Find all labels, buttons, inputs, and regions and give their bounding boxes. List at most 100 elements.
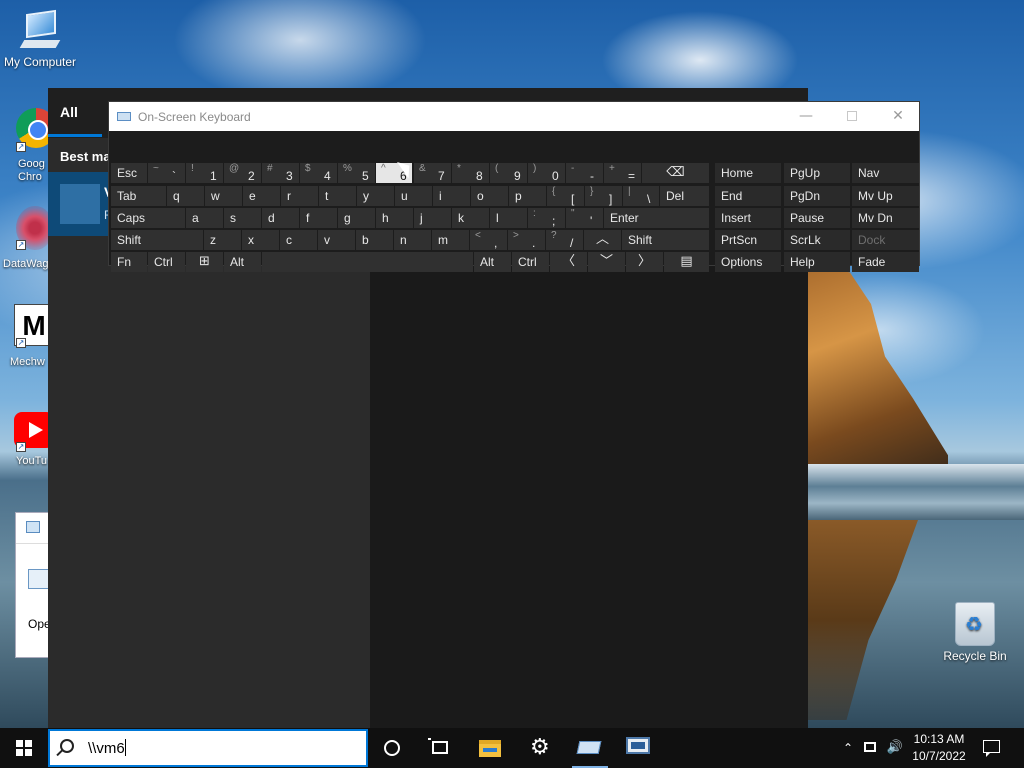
start-button[interactable] xyxy=(0,728,48,768)
key-quote[interactable]: " ' xyxy=(566,208,603,228)
key-win[interactable]: ⊞ xyxy=(186,252,223,272)
show-hidden-icons-button[interactable]: ⌃ xyxy=(838,728,858,768)
key-a[interactable]: a xyxy=(186,208,223,228)
key-up[interactable]: ︿ xyxy=(584,230,621,250)
recycle-bin-shortcut[interactable]: Recycle Bin xyxy=(935,602,1015,663)
key-t[interactable]: t xyxy=(319,186,356,206)
key-k1[interactable]: ! 1 xyxy=(186,163,223,183)
key-backspace[interactable]: ⌫ xyxy=(642,163,709,183)
key-fn[interactable]: Fn xyxy=(111,252,147,272)
key-s[interactable]: s xyxy=(224,208,261,228)
key-tilde[interactable]: ~ ` xyxy=(148,163,185,183)
clock[interactable]: 10:13 AM 10/7/2022 xyxy=(908,731,970,765)
key-c[interactable]: c xyxy=(280,230,317,250)
key-r[interactable]: r xyxy=(281,186,318,206)
key-del[interactable]: Del xyxy=(660,186,709,206)
key-rbracket[interactable]: }] xyxy=(585,186,622,206)
key-i[interactable]: i xyxy=(433,186,470,206)
key-rshift[interactable]: Shift xyxy=(622,230,709,250)
network-button[interactable] xyxy=(860,728,882,768)
key-semicolon[interactable]: :; xyxy=(528,208,565,228)
volume-button[interactable]: 🔊 xyxy=(884,728,906,768)
key-lshift[interactable]: Shift xyxy=(111,230,203,250)
key-d[interactable]: d xyxy=(262,208,299,228)
key-k3[interactable]: #3 xyxy=(262,163,299,183)
key-enter[interactable]: Enter xyxy=(604,208,709,228)
osk-taskbar-button[interactable] xyxy=(566,728,614,768)
key-k2[interactable]: @2 xyxy=(224,163,261,183)
key-k0[interactable]: ) 0 xyxy=(528,163,565,183)
key-esc[interactable]: Esc xyxy=(111,163,147,183)
key-home[interactable]: Home xyxy=(715,163,781,183)
key-k7[interactable]: & 7 xyxy=(414,163,451,183)
key-dock[interactable]: Dock xyxy=(852,230,919,250)
key-space[interactable] xyxy=(262,252,473,272)
settings-button[interactable]: ⚙ xyxy=(516,728,564,768)
key-k4[interactable]: $4 xyxy=(300,163,337,183)
background-window[interactable]: Ope xyxy=(15,512,51,658)
key-z[interactable]: z xyxy=(204,230,241,250)
key-rctrl[interactable]: Ctrl xyxy=(512,252,549,272)
maximize-button[interactable] xyxy=(829,102,875,131)
key-k[interactable]: k xyxy=(452,208,489,228)
key-minus[interactable]: -- xyxy=(566,163,603,183)
key-comma[interactable]: <, xyxy=(470,230,507,250)
remote-desktop-button[interactable] xyxy=(614,728,662,768)
osk-title-bar[interactable]: On-Screen Keyboard — ✕ xyxy=(109,102,919,131)
file-explorer-button[interactable] xyxy=(466,728,514,768)
key-left[interactable]: 〈 xyxy=(550,252,587,272)
key-menu[interactable]: ▤ xyxy=(664,252,709,272)
key-l[interactable]: l xyxy=(490,208,527,228)
key-h[interactable]: h xyxy=(376,208,413,228)
key-e[interactable]: e xyxy=(243,186,280,206)
key-right[interactable]: 〉 xyxy=(626,252,663,272)
key-k9[interactable]: (9 xyxy=(490,163,527,183)
key-lctrl[interactable]: Ctrl xyxy=(148,252,185,272)
key-prtscn[interactable]: PrtScn xyxy=(715,230,781,250)
key-g[interactable]: g xyxy=(338,208,375,228)
key-b[interactable]: b xyxy=(356,230,393,250)
key-end[interactable]: End xyxy=(715,186,781,206)
key-y[interactable]: y xyxy=(357,186,394,206)
key-pause[interactable]: Pause xyxy=(784,208,850,228)
key-tab[interactable]: Tab xyxy=(111,186,166,206)
key-f[interactable]: f xyxy=(300,208,337,228)
key-m[interactable]: m xyxy=(432,230,469,250)
key-v[interactable]: v xyxy=(318,230,355,250)
cortana-button[interactable] xyxy=(368,728,416,768)
key-fade[interactable]: Fade xyxy=(852,252,919,272)
key-mv-up[interactable]: Mv Up xyxy=(852,186,919,206)
key-j[interactable]: j xyxy=(414,208,451,228)
key-q[interactable]: q xyxy=(167,186,204,206)
key-x[interactable]: x xyxy=(242,230,279,250)
key-period[interactable]: >. xyxy=(508,230,545,250)
key-o[interactable]: o xyxy=(471,186,508,206)
my-computer-icon[interactable]: My Computer xyxy=(0,9,80,69)
key-slash[interactable]: ? / xyxy=(546,230,583,250)
key-n[interactable]: n xyxy=(394,230,431,250)
key-k5[interactable]: % 5 xyxy=(338,163,375,183)
key-backslash[interactable]: | \ xyxy=(623,186,659,206)
key-ralt[interactable]: Alt xyxy=(474,252,511,272)
action-center-button[interactable] xyxy=(978,728,1006,768)
key-w[interactable]: w xyxy=(205,186,242,206)
key-help[interactable]: Help xyxy=(784,252,850,272)
key-p[interactable]: p xyxy=(509,186,546,206)
key-pgdn[interactable]: PgDn xyxy=(784,186,850,206)
key-down[interactable]: ﹀ xyxy=(588,252,625,272)
key-u[interactable]: u xyxy=(395,186,432,206)
key-insert[interactable]: Insert xyxy=(715,208,781,228)
key-k8[interactable]: * 8 xyxy=(452,163,489,183)
key-scrlk[interactable]: ScrLk xyxy=(784,230,850,250)
key-equals[interactable]: + = xyxy=(604,163,641,183)
key-lbracket[interactable]: {[ xyxy=(547,186,584,206)
key-mv-dn[interactable]: Mv Dn xyxy=(852,208,919,228)
key-pgup[interactable]: PgUp xyxy=(784,163,850,183)
key-caps[interactable]: Caps xyxy=(111,208,185,228)
task-view-button[interactable] xyxy=(416,728,464,768)
minimize-button[interactable]: — xyxy=(783,102,829,131)
key-lalt[interactable]: Alt xyxy=(224,252,261,272)
key-nav[interactable]: Nav xyxy=(852,163,919,183)
close-button[interactable]: ✕ xyxy=(875,102,921,131)
key-options[interactable]: Options xyxy=(715,252,781,272)
